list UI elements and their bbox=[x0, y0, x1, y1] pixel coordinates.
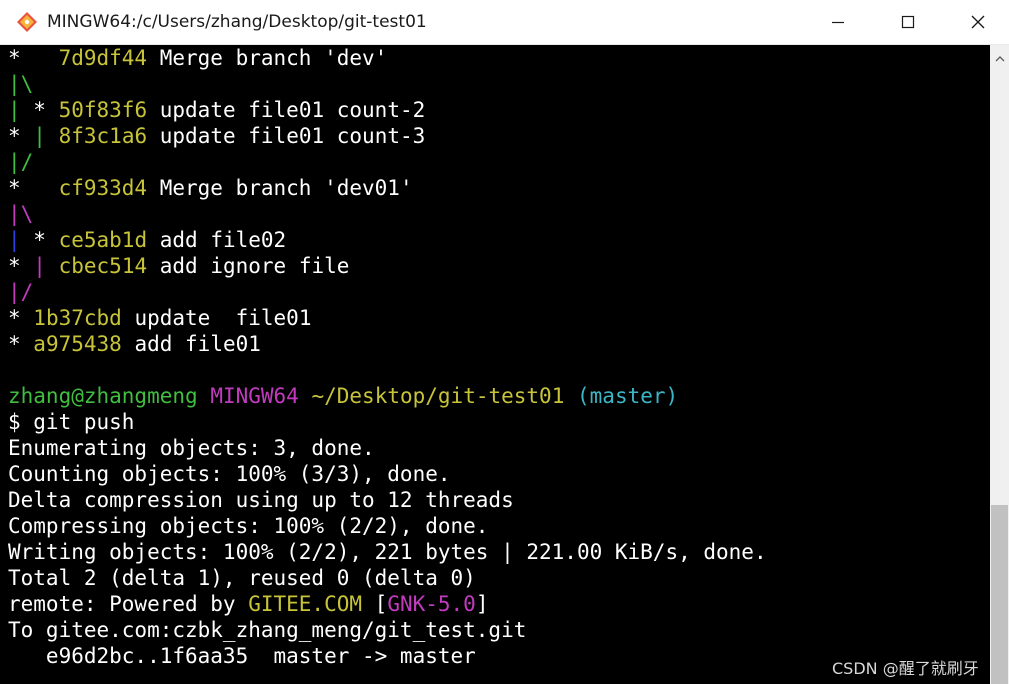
terminal-text: [ bbox=[362, 592, 388, 616]
terminal-line: |\ bbox=[8, 201, 767, 227]
terminal-text: GNK-5.0 bbox=[387, 592, 476, 616]
terminal-text: (master) bbox=[577, 384, 679, 408]
terminal-text: add ignore file bbox=[147, 254, 350, 278]
terminal-text: Merge branch 'dev01' bbox=[147, 176, 413, 200]
terminal-text: Enumerating objects: 3, done. bbox=[8, 436, 375, 460]
terminal-text: 7d9df44 bbox=[58, 46, 148, 70]
terminal-text: * bbox=[8, 254, 34, 278]
terminal-line: $ git push bbox=[8, 409, 767, 435]
terminal-text: 1b37cbd bbox=[33, 306, 122, 330]
terminal-text: |\ bbox=[8, 202, 34, 226]
terminal-line: * | 8f3c1a6 update file01 count-3 bbox=[8, 123, 767, 149]
terminal-line: |\ bbox=[8, 71, 767, 97]
scroll-up-button[interactable] bbox=[990, 49, 1009, 69]
terminal-line: * cf933d4 Merge branch 'dev01' bbox=[8, 175, 767, 201]
scroll-up-arrow-icon bbox=[995, 56, 1004, 62]
watermark: CSDN @醒了就刷牙 bbox=[832, 659, 979, 678]
terminal-text: update file01 count-3 bbox=[147, 124, 426, 148]
maximize-button[interactable] bbox=[885, 0, 931, 44]
close-button[interactable] bbox=[955, 0, 1001, 44]
terminal-line: |/ bbox=[8, 149, 767, 175]
terminal-text: 50f83f6 bbox=[58, 98, 148, 122]
terminal-text: |/ bbox=[8, 280, 34, 304]
terminal-line: remote: Powered by GITEE.COM [GNK-5.0] bbox=[8, 591, 767, 617]
terminal-text: ce5ab1d bbox=[58, 228, 148, 252]
terminal-text: cf933d4 bbox=[58, 176, 148, 200]
terminal-line: |/ bbox=[8, 279, 767, 305]
title-bar[interactable]: MINGW64:/c/Users/zhang/Desktop/git-test0… bbox=[0, 0, 1009, 45]
terminal-text: add file01 bbox=[121, 332, 261, 356]
terminal-line: e96d2bc..1f6aa35 master -> master bbox=[8, 643, 767, 669]
terminal-text: * bbox=[8, 46, 59, 70]
terminal-text: ~/Desktop/git-test01 bbox=[311, 384, 565, 408]
terminal-text: * bbox=[20, 228, 59, 252]
terminal-line: zhang@zhangmeng MINGW64 ~/Desktop/git-te… bbox=[8, 383, 767, 409]
terminal-line: * 1b37cbd update file01 bbox=[8, 305, 767, 331]
terminal-line: Compressing objects: 100% (2/2), done. bbox=[8, 513, 767, 539]
terminal-line: Counting objects: 100% (3/3), done. bbox=[8, 461, 767, 487]
terminal-line: * 7d9df44 Merge branch 'dev' bbox=[8, 45, 767, 71]
minimize-button[interactable] bbox=[815, 0, 861, 44]
terminal-text: | bbox=[8, 98, 21, 122]
terminal-text: update file01 bbox=[121, 306, 312, 330]
terminal-text: Counting objects: 100% (3/3), done. bbox=[8, 462, 451, 486]
minimize-icon bbox=[832, 21, 844, 24]
terminal-text: | bbox=[8, 228, 21, 252]
terminal-text: Delta compression using up to 12 threads bbox=[8, 488, 514, 512]
terminal-text: e96d2bc..1f6aa35 master -> master bbox=[8, 644, 476, 668]
terminal-text: | bbox=[33, 124, 46, 148]
vertical-scrollbar[interactable] bbox=[990, 45, 1009, 684]
terminal-text: * bbox=[8, 176, 59, 200]
terminal-text: ] bbox=[475, 592, 489, 616]
terminal-line: To gitee.com:czbk_zhang_meng/git_test.gi… bbox=[8, 617, 767, 643]
terminal-line: Writing objects: 100% (2/2), 221 bytes |… bbox=[8, 539, 767, 565]
terminal-text: add file02 bbox=[147, 228, 287, 252]
terminal-text: update file01 count-2 bbox=[147, 98, 426, 122]
terminal-line: | * 50f83f6 update file01 count-2 bbox=[8, 97, 767, 123]
terminal-text: |/ bbox=[8, 150, 34, 174]
terminal-text: * bbox=[8, 306, 34, 330]
terminal-text: remote: Powered by bbox=[8, 592, 249, 616]
maximize-icon bbox=[901, 15, 915, 29]
terminal-text: * bbox=[20, 98, 59, 122]
terminal-output[interactable]: * 7d9df44 Merge branch 'dev' |\ | * 50f83f… bbox=[0, 45, 990, 684]
terminal-text: |\ bbox=[8, 72, 34, 96]
terminal-text: Compressing objects: 100% (2/2), done. bbox=[8, 514, 489, 538]
terminal-line: Enumerating objects: 3, done. bbox=[8, 435, 767, 461]
terminal-text: a975438 bbox=[33, 332, 122, 356]
terminal-text: * bbox=[8, 332, 34, 356]
terminal-lines: * 7d9df44 Merge branch 'dev' |\ | * 50f83f… bbox=[8, 45, 767, 669]
terminal-line: * | cbec514 add ignore file bbox=[8, 253, 767, 279]
terminal-text: $ git push bbox=[8, 410, 135, 434]
scroll-thumb[interactable] bbox=[991, 505, 1008, 684]
terminal-line: | * ce5ab1d add file02 bbox=[8, 227, 767, 253]
window-title: MINGW64:/c/Users/zhang/Desktop/git-test0… bbox=[47, 12, 427, 32]
terminal-text: | bbox=[33, 254, 46, 278]
terminal-text: Writing objects: 100% (2/2), 221 bytes |… bbox=[8, 540, 767, 564]
terminal-text: GITEE.COM bbox=[248, 592, 363, 616]
terminal-window: MINGW64:/c/Users/zhang/Desktop/git-test0… bbox=[0, 0, 1009, 684]
terminal-line: * a975438 add file01 bbox=[8, 331, 767, 357]
terminal-text: zhang@zhangmeng bbox=[8, 384, 198, 408]
terminal-text: MINGW64 bbox=[210, 384, 299, 408]
terminal-text: cbec514 bbox=[58, 254, 148, 278]
terminal-text: * bbox=[8, 124, 34, 148]
terminal-line: Delta compression using up to 12 threads bbox=[8, 487, 767, 513]
terminal-text: Total 2 (delta 1), reused 0 (delta 0) bbox=[8, 566, 476, 590]
terminal-text: To gitee.com:czbk_zhang_meng/git_test.gi… bbox=[8, 618, 527, 642]
terminal-text: Merge branch 'dev' bbox=[147, 46, 388, 70]
terminal-line: Total 2 (delta 1), reused 0 (delta 0) bbox=[8, 565, 767, 591]
terminal-text: 8f3c1a6 bbox=[58, 124, 148, 148]
close-icon bbox=[971, 15, 985, 29]
git-diamond-icon bbox=[17, 12, 37, 32]
